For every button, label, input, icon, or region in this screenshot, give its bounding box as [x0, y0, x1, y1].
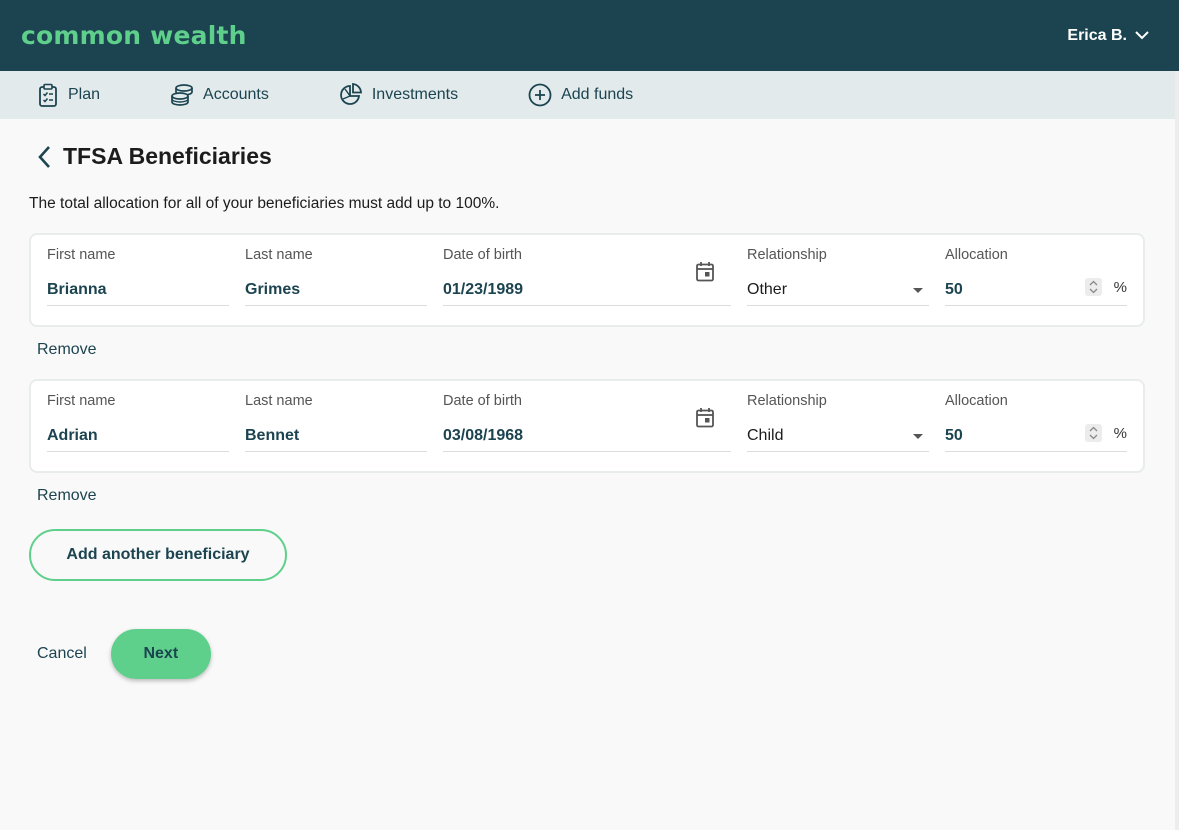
first-name-label: First name	[47, 247, 116, 263]
coins-icon	[171, 84, 193, 106]
date-of-birth-input[interactable]: 03/08/1968	[443, 408, 731, 452]
allocation-controls: %	[1084, 278, 1127, 296]
window-edge	[1175, 71, 1179, 830]
last-name-field[interactable]: Last name Grimes	[245, 247, 427, 325]
relationship-label: Relationship	[747, 247, 827, 263]
nav-item-investments[interactable]: Investments	[339, 83, 458, 107]
top-bar: common wealth Erica B.	[0, 0, 1179, 71]
stepper-arrows-icon	[1089, 426, 1098, 440]
percent-sign: %	[1113, 278, 1127, 296]
last-name-input[interactable]: Grimes	[245, 281, 427, 306]
last-name-label: Last name	[245, 393, 313, 409]
first-name-field[interactable]: First name Adrian	[47, 393, 229, 471]
beneficiary-card-2: First name Adrian Last name Bennet Date …	[29, 379, 1145, 473]
nav-label: Add funds	[561, 86, 634, 103]
allocation-label: Allocation	[945, 393, 1008, 409]
remove-beneficiary-2-button[interactable]: Remove	[37, 487, 97, 505]
brand-logo[interactable]: common wealth	[21, 21, 247, 50]
relationship-field[interactable]: Relationship Other	[747, 247, 929, 325]
first-name-value: Brianna	[47, 281, 107, 298]
date-of-birth-value: 03/08/1968	[443, 427, 524, 444]
caret-down-icon	[913, 288, 923, 293]
date-of-birth-label: Date of birth	[443, 393, 522, 409]
last-name-value: Grimes	[245, 281, 301, 298]
cancel-button[interactable]: Cancel	[37, 645, 87, 663]
clipboard-icon	[39, 83, 57, 107]
relationship-label: Relationship	[747, 393, 827, 409]
chevron-down-icon	[1135, 31, 1149, 40]
nav-item-plan[interactable]: Plan	[37, 83, 100, 107]
caret-down-icon	[913, 434, 923, 439]
last-name-field[interactable]: Last name Bennet	[245, 393, 427, 471]
relationship-value: Other	[747, 281, 788, 298]
allocation-value: 50	[945, 427, 963, 444]
calendar-icon[interactable]	[695, 407, 715, 429]
last-name-label: Last name	[245, 247, 313, 263]
user-menu[interactable]: Erica B.	[1067, 27, 1159, 45]
chevron-left-icon	[38, 145, 50, 168]
remove-beneficiary-1-button[interactable]: Remove	[37, 341, 97, 359]
main-nav: Plan Accounts Investments Add funds	[0, 71, 1179, 119]
last-name-value: Bennet	[245, 427, 300, 444]
allocation-controls: %	[1084, 424, 1127, 442]
last-name-input[interactable]: Bennet	[245, 427, 427, 452]
allocation-input[interactable]: 50 %	[945, 424, 1127, 452]
plus-circle-icon	[528, 83, 552, 107]
relationship-select[interactable]: Other	[747, 281, 929, 306]
first-name-label: First name	[47, 393, 116, 409]
nav-item-add-funds[interactable]: Add funds	[528, 83, 633, 107]
percent-sign: %	[1113, 424, 1127, 442]
allocation-value: 50	[945, 281, 963, 298]
stepper-arrows-icon	[1089, 280, 1098, 294]
nav-label: Investments	[371, 86, 459, 103]
first-name-input[interactable]: Adrian	[47, 427, 229, 452]
main-content: TFSA Beneficiaries The total allocation …	[0, 143, 1179, 679]
nav-label: Accounts	[203, 86, 269, 103]
page-header: TFSA Beneficiaries	[29, 143, 1145, 170]
relationship-field[interactable]: Relationship Child	[747, 393, 929, 471]
pie-chart-icon	[340, 83, 362, 105]
next-button[interactable]: Next	[110, 629, 211, 679]
allocation-input[interactable]: 50 %	[945, 278, 1127, 306]
date-of-birth-input[interactable]: 01/23/1989	[443, 262, 731, 306]
beneficiary-card-1: First name Brianna Last name Grimes Date…	[29, 233, 1145, 327]
page-title: TFSA Beneficiaries	[63, 143, 272, 169]
allocation-field[interactable]: Allocation 50 %	[945, 393, 1127, 471]
first-name-field[interactable]: First name Brianna	[47, 247, 229, 325]
allocation-instructions: The total allocation for all of your ben…	[29, 195, 500, 212]
date-of-birth-value: 01/23/1989	[443, 281, 524, 298]
calendar-icon[interactable]	[695, 261, 715, 283]
back-button[interactable]	[37, 145, 51, 169]
date-of-birth-label: Date of birth	[443, 247, 522, 263]
date-of-birth-field[interactable]: Date of birth 03/08/1968	[443, 393, 731, 471]
add-beneficiary-button[interactable]: Add another beneficiary	[29, 529, 287, 581]
allocation-field[interactable]: Allocation 50 %	[945, 247, 1127, 325]
form-actions: Cancel Next	[29, 629, 1145, 679]
nav-item-accounts[interactable]: Accounts	[170, 83, 269, 107]
user-name: Erica B.	[1067, 26, 1127, 44]
nav-label: Plan	[68, 86, 101, 103]
allocation-label: Allocation	[945, 247, 1008, 263]
first-name-input[interactable]: Brianna	[47, 281, 229, 306]
number-stepper[interactable]	[1084, 424, 1102, 442]
number-stepper[interactable]	[1084, 278, 1102, 296]
relationship-value: Child	[747, 427, 784, 444]
relationship-select[interactable]: Child	[747, 427, 929, 452]
date-of-birth-field[interactable]: Date of birth 01/23/1989	[443, 247, 731, 325]
first-name-value: Adrian	[47, 427, 98, 444]
